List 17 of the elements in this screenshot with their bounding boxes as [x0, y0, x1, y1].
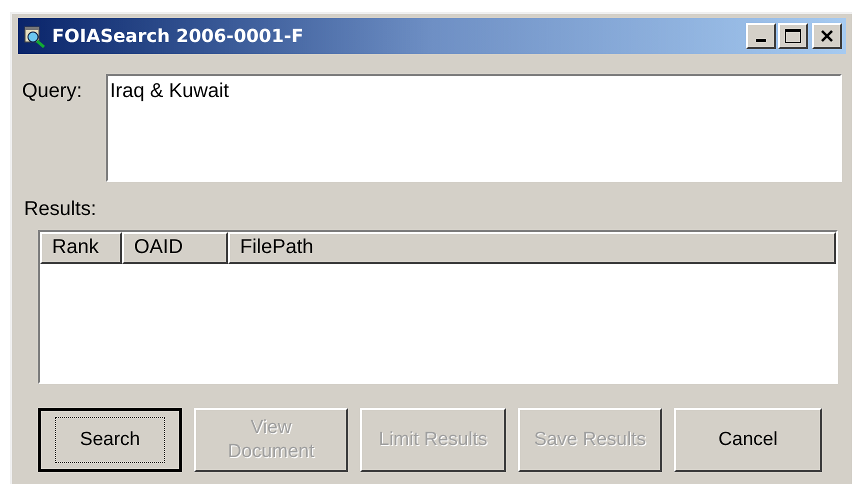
column-header[interactable]: Rank — [40, 232, 122, 264]
action-button[interactable]: Search — [38, 408, 182, 472]
minimize-icon — [756, 39, 766, 42]
close-icon — [820, 30, 834, 42]
close-button[interactable] — [812, 23, 842, 49]
minimize-button[interactable] — [746, 23, 776, 49]
magnifier-icon — [22, 24, 46, 48]
action-button[interactable]: Cancel — [674, 408, 822, 472]
column-header[interactable]: OAID — [122, 232, 228, 264]
results-list[interactable]: Rank OAID FilePath — [38, 230, 838, 384]
query-label: Query: — [22, 79, 84, 104]
maximize-icon — [785, 29, 801, 43]
column-header[interactable]: FilePath — [228, 232, 836, 264]
window-title: FOIASearch 2006-0001-F — [52, 24, 304, 48]
results-label: Results: — [24, 197, 96, 222]
maximize-button[interactable] — [778, 23, 808, 49]
query-field[interactable]: Iraq & Kuwait — [106, 74, 842, 182]
